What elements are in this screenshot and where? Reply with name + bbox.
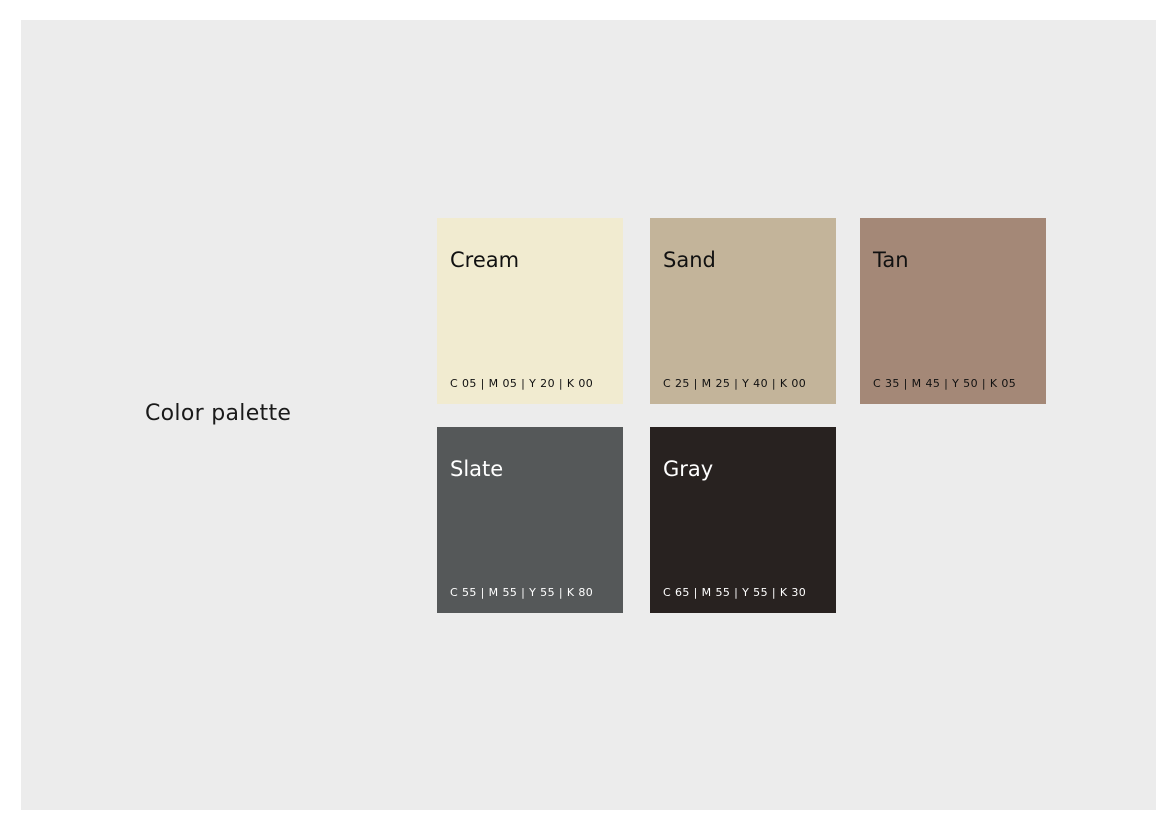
swatch-name: Tan bbox=[873, 248, 909, 272]
swatch-name: Gray bbox=[663, 457, 714, 481]
swatch-cmyk-code: C 25 | M 25 | Y 40 | K 00 bbox=[663, 377, 807, 390]
swatch-cmyk-code: C 65 | M 55 | Y 55 | K 30 bbox=[663, 586, 807, 599]
swatch-name: Slate bbox=[450, 457, 504, 481]
swatch-cmyk-code: C 05 | M 05 | Y 20 | K 00 bbox=[450, 377, 594, 390]
swatch-sand: Sand C 25 | M 25 | Y 40 | K 00 bbox=[650, 218, 836, 404]
swatch-tan: Tan C 35 | M 45 | Y 50 | K 05 bbox=[860, 218, 1046, 404]
swatch-cream: Cream C 05 | M 05 | Y 20 | K 00 bbox=[437, 218, 623, 404]
swatch-name: Cream bbox=[450, 248, 520, 272]
swatch-cmyk-code: C 35 | M 45 | Y 50 | K 05 bbox=[873, 377, 1017, 390]
swatch-name: Sand bbox=[663, 248, 716, 272]
page-title: Color palette bbox=[145, 401, 292, 426]
swatch-gray: Gray C 65 | M 55 | Y 55 | K 30 bbox=[650, 427, 836, 613]
swatch-slate: Slate C 55 | M 55 | Y 55 | K 80 bbox=[437, 427, 623, 613]
swatch-cmyk-code: C 55 | M 55 | Y 55 | K 80 bbox=[450, 586, 594, 599]
